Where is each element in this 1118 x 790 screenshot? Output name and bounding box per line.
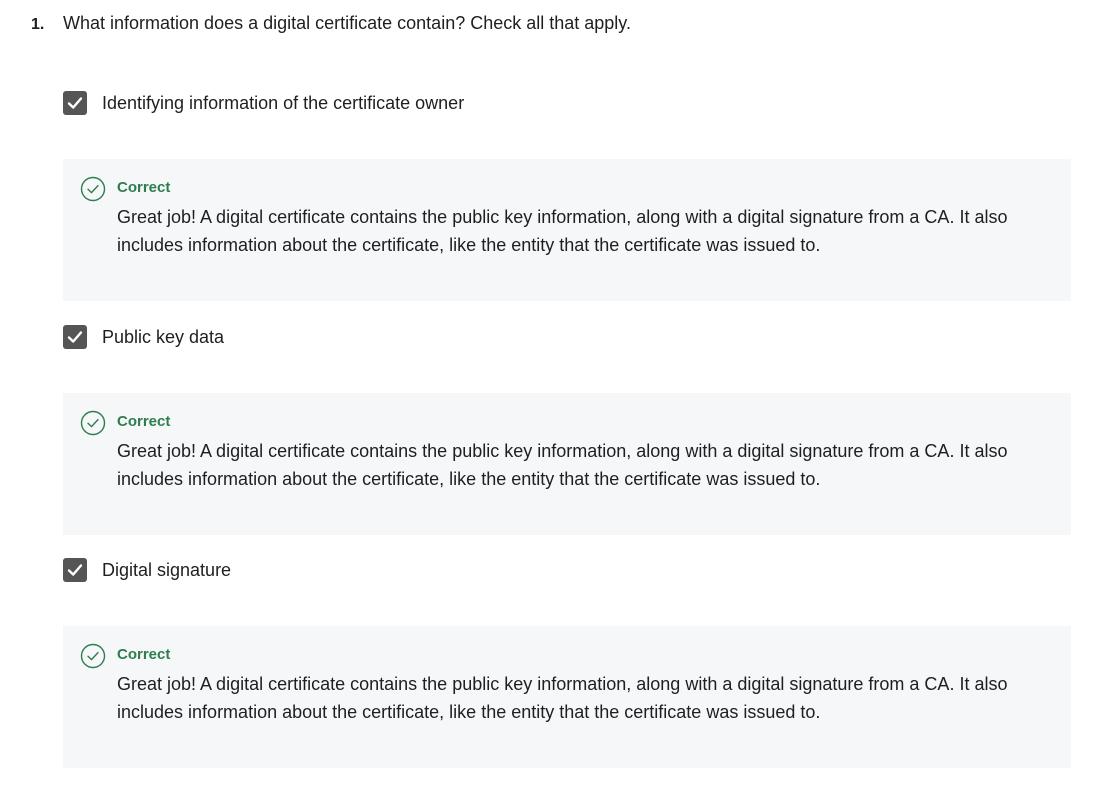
feedback-message: Great job! A digital certificate contain… (117, 674, 1008, 722)
option-label: Identifying information of the certifica… (102, 92, 465, 113)
checkbox[interactable] (63, 91, 87, 115)
option-label: Public key data (102, 326, 225, 347)
check-circle-icon (80, 410, 106, 436)
feedback-status: Correct (117, 179, 171, 196)
checkmark-icon (67, 564, 83, 576)
feedback-panel: Correct Great job! A digital certificate… (63, 626, 1071, 768)
feedback-status: Correct (117, 413, 171, 430)
check-circle-icon (80, 176, 106, 202)
option-public-key-data[interactable]: Public key data (63, 325, 224, 349)
feedback-panel: Correct Great job! A digital certificate… (63, 393, 1071, 535)
check-circle-icon (80, 643, 106, 669)
feedback-message: Great job! A digital certificate contain… (117, 207, 1008, 255)
checkbox[interactable] (63, 558, 87, 582)
question-number: 1. (31, 16, 45, 33)
option-label: Digital signature (102, 559, 232, 580)
feedback-panel: Correct Great job! A digital certificate… (63, 159, 1071, 301)
checkmark-icon (67, 331, 83, 343)
option-digital-signature[interactable]: Digital signature (63, 558, 231, 582)
question-text: What information does a digital certific… (63, 13, 631, 33)
feedback-status: Correct (117, 646, 171, 663)
option-identifying-info[interactable]: Identifying information of the certifica… (63, 91, 464, 115)
checkmark-icon (67, 97, 83, 109)
question-header: 1. What information does a digital certi… (31, 13, 631, 34)
feedback-message: Great job! A digital certificate contain… (117, 441, 1008, 489)
checkbox[interactable] (63, 325, 87, 349)
